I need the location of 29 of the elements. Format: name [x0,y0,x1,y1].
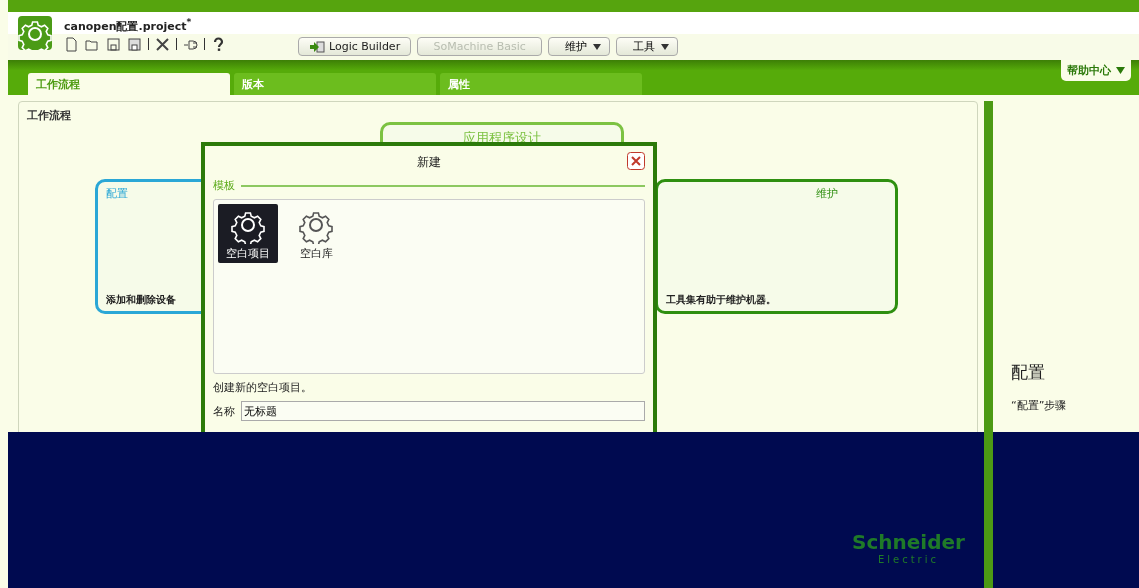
tools-icon[interactable] [155,36,170,52]
save-icon[interactable] [106,36,121,52]
name-label: 名称 [213,403,235,419]
app-gear-icon[interactable] [18,16,52,50]
template-item[interactable]: 空白库 [286,204,346,263]
caret-icon [1116,67,1125,74]
template-description: 创建新的空白项目。 [213,380,313,395]
caret-icon [593,43,602,50]
new-file-icon[interactable] [64,36,79,52]
toolbar-button[interactable]: Logic Builder [298,37,412,56]
panel-title: 工作流程 [26,108,72,124]
menu-button[interactable]: 工具 [616,37,679,56]
help-text: “配置”步骤 [1011,398,1068,413]
caret-icon [661,43,670,50]
help-center-menu[interactable]: 帮助中心 [1061,60,1131,81]
project-title: canopen配置.project$^{*}$ [64,16,193,34]
menu-button[interactable]: 维护 [548,37,611,56]
section-label: 模板 [213,178,235,193]
name-field[interactable]: 无标题 [241,401,645,421]
company-logo: Schneider Electric [852,530,965,565]
template-item[interactable]: 空白项目 [218,204,278,263]
tab[interactable]: 工作流程 [28,73,230,95]
help-heading: 配置 [1011,361,1046,384]
save-all-icon[interactable] [127,36,142,52]
arrow-icon [309,40,325,53]
workflow-step[interactable]: 维护 工具集有助于维护机器。 [655,179,898,314]
close-icon[interactable] [627,152,645,170]
dialog-title: 新建 [417,153,441,171]
help-icon[interactable] [211,36,226,52]
